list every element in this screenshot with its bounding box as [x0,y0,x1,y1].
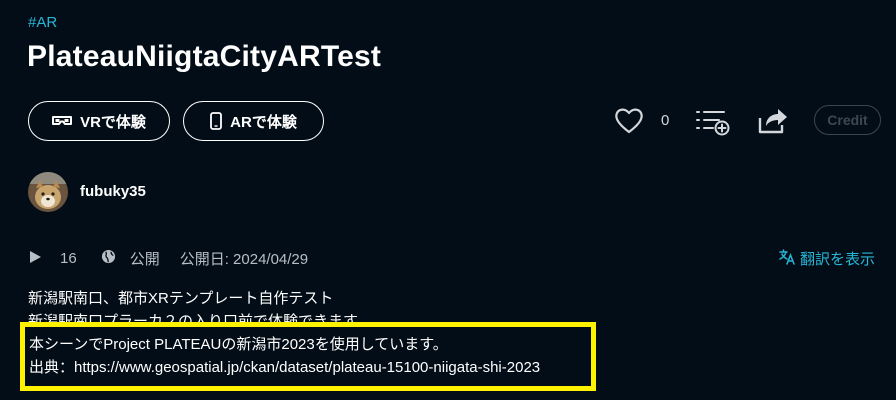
vr-button-label: VRで体験 [80,113,146,131]
share-icon [756,109,790,140]
description-line: 新潟駅南口、都市XRテンプレート自作テスト [28,290,334,307]
like-count: 0 [661,112,670,129]
description-highlighted: 本シーンでProject PLATEAUの新潟市2023を使用しています。 出典… [29,333,540,379]
add-to-playlist-icon [695,111,731,141]
meta-row: 16 公開 公開日: 2024/04/29 [28,248,308,269]
smartphone-icon [210,112,223,130]
ar-experience-button[interactable]: ARで体験 [183,101,324,141]
ar-button-label: ARで体験 [230,113,297,131]
globe-icon [101,249,116,268]
description-line: 本シーンでProject PLATEAUの新潟市2023を使用しています。 [29,336,448,353]
published-date: 公開日: 2024/04/29 [179,251,309,268]
like-button[interactable] [614,107,644,140]
source-line: 出典：https://www.geospatial.jp/ckan/datase… [29,359,541,376]
vr-experience-button[interactable]: VRで体験 [28,101,170,141]
avatar[interactable] [28,172,68,212]
play-icon [28,249,42,269]
vr-goggles-icon [52,115,73,127]
hashtag-link[interactable]: #AR [28,14,57,31]
translate-label: 翻訳を表示 [800,250,876,268]
page-title: PlateauNiigtaCityARTest [27,40,382,73]
heart-icon [614,108,644,139]
visibility-status: 公開 [129,251,160,268]
credit-button[interactable]: Credit [814,105,881,135]
add-to-playlist-button[interactable] [695,107,731,142]
translate-link[interactable]: 翻訳を表示 [778,247,875,269]
play-count: 16 [60,250,77,267]
author-username[interactable]: fubuky35 [80,183,146,200]
translate-icon [778,247,796,269]
share-button[interactable] [756,106,790,141]
